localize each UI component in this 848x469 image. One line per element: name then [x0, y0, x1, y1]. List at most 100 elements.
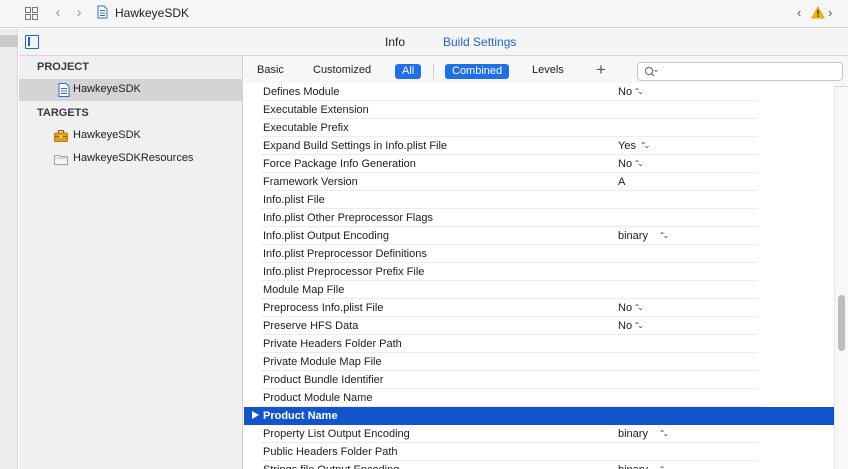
- editor-tab-bar: Info Build Settings: [19, 29, 848, 56]
- editor-gutter: [0, 29, 18, 469]
- add-setting-button[interactable]: +: [596, 60, 606, 80]
- setting-row[interactable]: Framework Version A: [244, 173, 834, 191]
- project-target-sidebar: PROJECT HawkeyeSDK TARGETS HawkeyeSDK Ha…: [19, 56, 243, 469]
- grid-icon[interactable]: [25, 7, 38, 20]
- setting-row[interactable]: Info.plist Other Preprocessor Flags: [244, 209, 834, 227]
- setting-row[interactable]: Executable Prefix: [244, 119, 834, 137]
- project-file-icon: [58, 83, 70, 97]
- setting-value[interactable]: No: [618, 158, 632, 170]
- setting-row[interactable]: Strings file Output Encoding binary ⌃⌄: [244, 461, 834, 469]
- scrollbar-thumb[interactable]: [838, 295, 845, 351]
- filter-basic-button[interactable]: Basic: [257, 64, 284, 76]
- setting-row[interactable]: Private Module Map File: [244, 353, 834, 371]
- disclosure-triangle-icon[interactable]: [252, 411, 259, 419]
- next-issue-button[interactable]: ›: [828, 4, 840, 22]
- setting-name: Property List Output Encoding: [263, 428, 410, 440]
- setting-name: Info.plist Preprocessor Definitions: [263, 248, 427, 260]
- setting-name: Force Package Info Generation: [263, 158, 416, 170]
- setting-row[interactable]: Preserve HFS Data No ⌃⌄: [244, 317, 834, 335]
- setting-row[interactable]: Property List Output Encoding binary ⌃⌄: [244, 425, 834, 443]
- view-levels-button[interactable]: Levels: [532, 64, 564, 76]
- setting-name: Preprocess Info.plist File: [263, 302, 384, 314]
- setting-row[interactable]: Force Package Info Generation No ⌃⌄: [244, 155, 834, 173]
- popup-chevron-icon[interactable]: ⌃⌄: [634, 301, 645, 314]
- setting-name: Executable Prefix: [263, 122, 349, 134]
- setting-row[interactable]: Defines Module No ⌃⌄: [244, 83, 834, 101]
- popup-chevron-icon[interactable]: ⌃⌄: [640, 139, 651, 152]
- setting-name: Info.plist Preprocessor Prefix File: [263, 266, 425, 278]
- setting-row[interactable]: Product Module Name: [244, 389, 834, 407]
- gutter-marker: [0, 35, 18, 47]
- vertical-scrollbar[interactable]: [834, 87, 848, 469]
- setting-value[interactable]: Yes: [618, 140, 636, 152]
- setting-row[interactable]: Info.plist File: [244, 191, 834, 209]
- setting-value[interactable]: No: [618, 86, 632, 98]
- popup-chevron-icon[interactable]: ⌃⌄: [634, 85, 645, 98]
- setting-row[interactable]: Expand Build Settings in Info.plist File…: [244, 137, 834, 155]
- setting-name: Info.plist File: [263, 194, 325, 206]
- setting-name: Product Bundle Identifier: [263, 374, 384, 386]
- jump-bar: ‹ › HawkeyeSDK ‹ ›: [0, 0, 848, 28]
- popup-chevron-icon[interactable]: ⌃⌄: [634, 157, 645, 170]
- warning-icon[interactable]: [811, 6, 825, 19]
- setting-row[interactable]: Private Headers Folder Path: [244, 335, 834, 353]
- setting-value[interactable]: binary: [618, 428, 648, 440]
- sidebar-item-label: HawkeyeSDK: [73, 129, 141, 141]
- sidebar-item-target-hawkeyesdk[interactable]: HawkeyeSDK: [19, 125, 243, 147]
- setting-row[interactable]: Public Headers Folder Path: [244, 443, 834, 461]
- setting-name: Public Headers Folder Path: [263, 446, 398, 458]
- sidebar-item-target-hawkeyesdkresources[interactable]: HawkeyeSDKResources: [19, 148, 243, 170]
- setting-value[interactable]: binary: [618, 230, 648, 242]
- search-field[interactable]: [637, 62, 843, 81]
- setting-name: Info.plist Other Preprocessor Flags: [263, 212, 433, 224]
- setting-row[interactable]: Preprocess Info.plist File No ⌃⌄: [244, 299, 834, 317]
- filter-separator: [433, 64, 434, 79]
- targets-section-header: TARGETS: [37, 107, 89, 119]
- setting-row[interactable]: Product Name: [244, 407, 834, 425]
- jump-bar-title[interactable]: HawkeyeSDK: [115, 6, 189, 20]
- setting-name: Framework Version: [263, 176, 358, 188]
- filter-customized-button[interactable]: Customized: [313, 64, 371, 76]
- setting-name: Preserve HFS Data: [263, 320, 359, 332]
- tab-build-settings[interactable]: Build Settings: [443, 35, 516, 49]
- setting-name: Strings file Output Encoding: [263, 464, 399, 469]
- file-icon: [97, 5, 108, 19]
- setting-row[interactable]: Info.plist Output Encoding binary ⌃⌄: [244, 227, 834, 245]
- setting-row[interactable]: Executable Extension: [244, 101, 834, 119]
- setting-value[interactable]: binary: [618, 464, 648, 469]
- setting-row[interactable]: Info.plist Preprocessor Definitions: [244, 245, 834, 263]
- setting-name: Private Module Map File: [263, 356, 382, 368]
- back-button[interactable]: ‹: [51, 4, 65, 22]
- setting-name: Info.plist Output Encoding: [263, 230, 389, 242]
- setting-row[interactable]: Product Bundle Identifier: [244, 371, 834, 389]
- setting-name: Module Map File: [263, 284, 345, 296]
- setting-row[interactable]: Module Map File: [244, 281, 834, 299]
- search-icon: [644, 66, 658, 77]
- setting-name: Private Headers Folder Path: [263, 338, 402, 350]
- setting-row[interactable]: Info.plist Preprocessor Prefix File: [244, 263, 834, 281]
- toolbox-icon: [54, 130, 68, 143]
- tab-info[interactable]: Info: [385, 35, 405, 49]
- popup-chevron-icon[interactable]: ⌃⌄: [634, 319, 645, 332]
- view-combined-button[interactable]: Combined: [445, 64, 510, 79]
- sidebar-toggle-icon[interactable]: [25, 35, 39, 49]
- setting-name: Defines Module: [263, 86, 340, 98]
- setting-name: Product Module Name: [263, 392, 373, 404]
- previous-issue-button[interactable]: ‹: [797, 4, 809, 22]
- sidebar-item-project[interactable]: HawkeyeSDK: [19, 79, 243, 101]
- setting-name: Executable Extension: [263, 104, 369, 116]
- popup-chevron-icon[interactable]: ⌃⌄: [659, 427, 670, 440]
- setting-value: A: [618, 176, 626, 188]
- setting-name: Product Name: [263, 410, 338, 422]
- sidebar-item-label: HawkeyeSDKResources: [73, 152, 194, 164]
- setting-value[interactable]: No: [618, 320, 632, 332]
- setting-value[interactable]: No: [618, 302, 632, 314]
- popup-chevron-icon[interactable]: ⌃⌄: [659, 229, 670, 242]
- setting-name: Expand Build Settings in Info.plist File: [263, 140, 448, 152]
- sidebar-item-label: HawkeyeSDK: [73, 83, 141, 95]
- popup-chevron-icon[interactable]: ⌃⌄: [659, 463, 670, 469]
- filter-all-button[interactable]: All: [395, 64, 422, 79]
- forward-button[interactable]: ›: [72, 4, 86, 22]
- project-section-header: PROJECT: [37, 61, 89, 73]
- bundle-icon: [54, 155, 68, 166]
